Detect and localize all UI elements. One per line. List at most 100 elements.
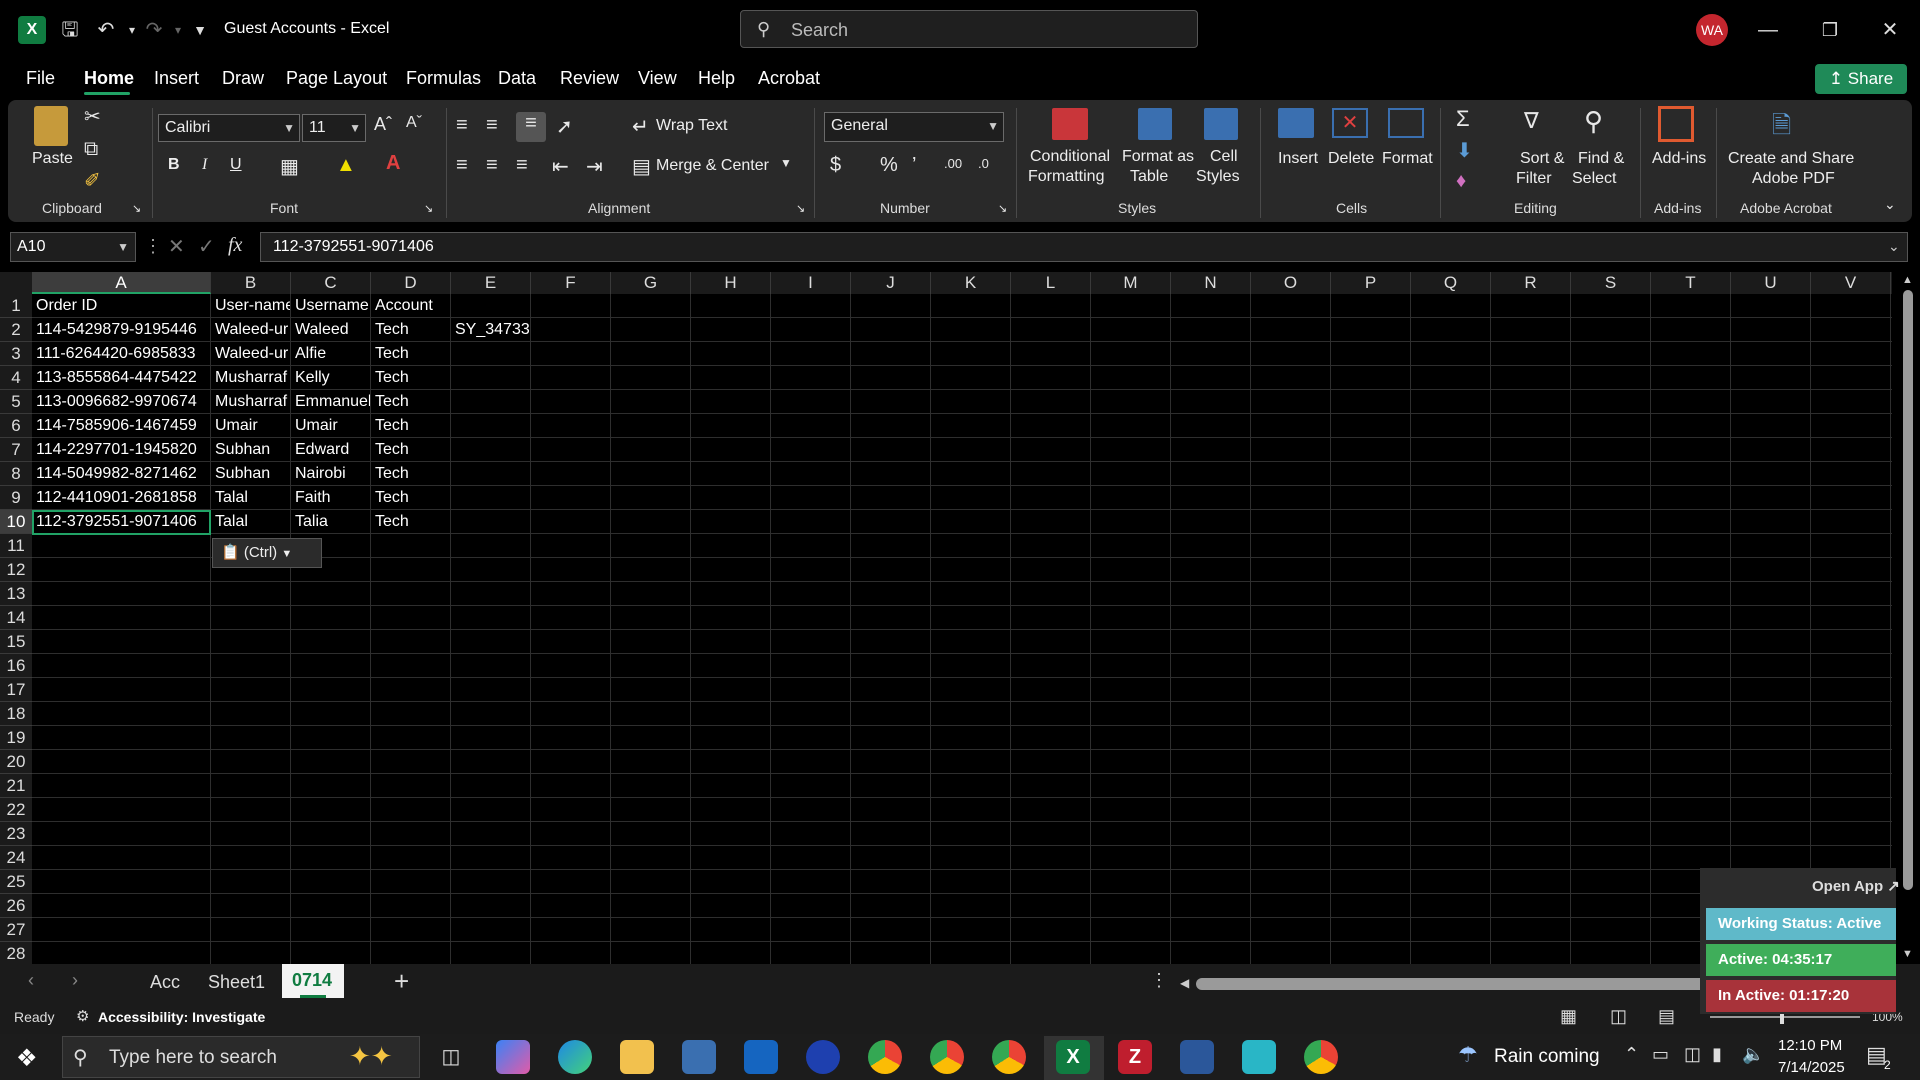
cell-c7[interactable]: Edward xyxy=(291,438,370,462)
align-center-icon[interactable]: ≡ xyxy=(486,154,498,177)
minimize-icon[interactable]: — xyxy=(1748,14,1788,46)
column-header-q[interactable]: Q xyxy=(1411,272,1491,294)
column-header-m[interactable]: M xyxy=(1091,272,1171,294)
row-header-6[interactable]: 6 xyxy=(0,414,32,438)
format-painter-icon[interactable]: ✐ xyxy=(84,168,101,193)
chrome-icon[interactable] xyxy=(868,1040,902,1074)
insert-cells-icon[interactable] xyxy=(1278,108,1314,138)
sheet-tab-0714[interactable]: 0714 xyxy=(282,964,344,998)
column-header-i[interactable]: I xyxy=(771,272,851,294)
column-header-u[interactable]: U xyxy=(1731,272,1811,294)
battery-icon[interactable]: ▮ xyxy=(1712,1044,1722,1065)
tab-formulas[interactable]: Formulas xyxy=(406,68,481,89)
font-size-combo[interactable]: 11 ▼ xyxy=(302,114,366,142)
cell-e10[interactable] xyxy=(451,510,530,534)
cell-b7[interactable]: Subhan xyxy=(211,438,290,462)
open-app-link[interactable]: Open App ↗ xyxy=(1812,877,1900,895)
row-header-18[interactable]: 18 xyxy=(0,702,32,726)
borders-icon[interactable]: ▦ xyxy=(280,154,299,179)
cell-c10[interactable]: Talia xyxy=(291,510,370,534)
conditional-formatting-label-2[interactable]: Formatting xyxy=(1028,168,1104,186)
cut-icon[interactable]: ✂ xyxy=(84,104,101,129)
outlook-icon[interactable] xyxy=(744,1040,778,1074)
row-header-8[interactable]: 8 xyxy=(0,462,32,486)
cell-d3[interactable]: Tech xyxy=(371,342,450,366)
create-pdf-label-2[interactable]: Adobe PDF xyxy=(1752,170,1835,188)
avatar[interactable]: WA xyxy=(1696,14,1728,46)
conditional-formatting-label-1[interactable]: Conditional xyxy=(1030,148,1110,166)
cell-c9[interactable]: Faith xyxy=(291,486,370,510)
autosum-icon[interactable]: Σ xyxy=(1456,106,1470,132)
cell-c4[interactable]: Kelly xyxy=(291,366,370,390)
bold-button[interactable]: B xyxy=(168,156,180,174)
row-header-13[interactable]: 13 xyxy=(0,582,32,606)
cell-e2[interactable]: SY_347334 xyxy=(451,318,530,342)
increase-indent-icon[interactable]: ⇥ xyxy=(586,154,603,179)
cell-b1[interactable]: User-name xyxy=(211,294,290,318)
weather-icon[interactable]: ☂ xyxy=(1458,1042,1478,1068)
store-icon[interactable] xyxy=(682,1040,716,1074)
column-header-b[interactable]: B xyxy=(211,272,291,294)
cell-a4[interactable]: 113-8555864-4475422 xyxy=(32,366,210,390)
cell-e7[interactable] xyxy=(451,438,530,462)
cell-e8[interactable] xyxy=(451,462,530,486)
cell-b2[interactable]: Waleed-ur xyxy=(211,318,290,342)
add-ins-button[interactable]: Add-ins xyxy=(1652,150,1706,168)
cell-c3[interactable]: Alfie xyxy=(291,342,370,366)
calculator-icon[interactable] xyxy=(1180,1040,1214,1074)
clear-icon[interactable]: ♦ xyxy=(1456,170,1466,193)
row-header-28[interactable]: 28 xyxy=(0,942,32,966)
column-header-v[interactable]: V xyxy=(1811,272,1891,294)
number-format-combo[interactable]: General ▼ xyxy=(824,112,1004,142)
cell-d8[interactable]: Tech xyxy=(371,462,450,486)
column-header-j[interactable]: J xyxy=(851,272,931,294)
tab-data[interactable]: Data xyxy=(498,68,536,89)
cell-d9[interactable]: Tech xyxy=(371,486,450,510)
conditional-formatting-icon[interactable] xyxy=(1052,108,1088,140)
messenger-icon[interactable] xyxy=(806,1040,840,1074)
row-header-24[interactable]: 24 xyxy=(0,846,32,870)
column-header-f[interactable]: F xyxy=(531,272,611,294)
wrap-text-icon[interactable]: ↵ xyxy=(632,114,649,139)
redo-icon[interactable]: ↷ xyxy=(142,18,166,42)
cell-a3[interactable]: 111-6264420-6985833 xyxy=(32,342,210,366)
row-header-26[interactable]: 26 xyxy=(0,894,32,918)
next-sheet-icon[interactable]: › xyxy=(72,970,78,991)
page-layout-view-icon[interactable]: ◫ xyxy=(1610,1006,1627,1027)
edge-icon[interactable] xyxy=(558,1040,592,1074)
comma-style-icon[interactable]: ’ xyxy=(912,154,916,177)
cell-b10[interactable]: Talal xyxy=(211,510,290,534)
row-header-11[interactable]: 11 xyxy=(0,534,32,558)
cell-c2[interactable]: Waleed xyxy=(291,318,370,342)
chevron-up-icon[interactable]: ⌃ xyxy=(1624,1044,1639,1065)
cell-c5[interactable]: Emmanuel xyxy=(291,390,370,414)
chevron-down-icon[interactable]: ▼ xyxy=(780,156,792,170)
collapse-ribbon-icon[interactable]: ⌄ xyxy=(1884,196,1896,213)
find-select-icon[interactable]: ⚲ xyxy=(1584,106,1603,137)
decrease-decimal-icon[interactable]: .0 xyxy=(978,156,989,171)
cell-e1[interactable] xyxy=(451,294,530,318)
close-icon[interactable]: ✕ xyxy=(1870,14,1910,46)
previous-sheet-icon[interactable]: ‹ xyxy=(28,970,34,991)
find-select-label-1[interactable]: Find & xyxy=(1578,150,1624,168)
cell-b8[interactable]: Subhan xyxy=(211,462,290,486)
clipboard-launcher-icon[interactable]: ↘ xyxy=(132,202,141,215)
column-header-h[interactable]: H xyxy=(691,272,771,294)
undo-dropdown-icon[interactable]: ▾ xyxy=(120,18,144,42)
row-header-15[interactable]: 15 xyxy=(0,630,32,654)
row-header-25[interactable]: 25 xyxy=(0,870,32,894)
more-options-icon[interactable]: ⋮ xyxy=(144,236,162,257)
add-ins-icon[interactable] xyxy=(1658,106,1694,142)
formula-input[interactable]: 112-3792551-9071406 xyxy=(260,232,1908,262)
cell-e9[interactable] xyxy=(451,486,530,510)
row-header-4[interactable]: 4 xyxy=(0,366,32,390)
cell-a7[interactable]: 114-2297701-1945820 xyxy=(32,438,210,462)
align-left-icon[interactable]: ≡ xyxy=(456,154,468,177)
display-icon[interactable]: ▭ xyxy=(1652,1044,1669,1065)
row-header-23[interactable]: 23 xyxy=(0,822,32,846)
tab-page-layout[interactable]: Page Layout xyxy=(286,68,387,89)
column-header-s[interactable]: S xyxy=(1571,272,1651,294)
task-view-icon[interactable]: ◫ xyxy=(434,1040,468,1074)
align-bottom-icon[interactable]: ≡ xyxy=(516,112,546,142)
row-header-14[interactable]: 14 xyxy=(0,606,32,630)
